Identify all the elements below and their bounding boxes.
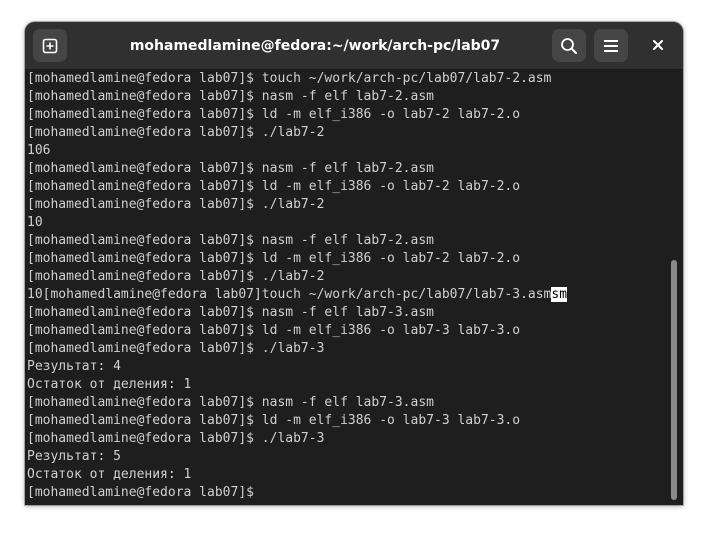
- terminal-line-text: 10[mohamedlamine@fedora lab07]touch ~/wo…: [27, 287, 552, 302]
- terminal-line: 106: [27, 143, 51, 158]
- terminal-line: Результат: 5: [27, 449, 121, 464]
- terminal-line: Результат: 4: [27, 359, 121, 374]
- terminal-line: [mohamedlamine@fedora lab07]$ nasm -f el…: [27, 305, 434, 320]
- terminal-line: [mohamedlamine@fedora lab07]$ ./lab7-3: [27, 341, 325, 356]
- new-tab-button[interactable]: [33, 29, 67, 62]
- terminal-line: [mohamedlamine@fedora lab07]$ ./lab7-3: [27, 431, 325, 446]
- new-tab-icon: [42, 38, 58, 54]
- terminal-line: Остаток от деления: 1: [27, 467, 192, 482]
- scrollbar[interactable]: [671, 260, 677, 500]
- terminal-line: [mohamedlamine@fedora lab07]$ ./lab7-2: [27, 125, 325, 140]
- close-icon: [653, 37, 663, 55]
- terminal-line: [mohamedlamine@fedora lab07]$ nasm -f el…: [27, 161, 434, 176]
- close-button[interactable]: [647, 35, 669, 57]
- terminal-line: [mohamedlamine@fedora lab07]$ ld -m elf_…: [27, 251, 521, 266]
- terminal-line: [mohamedlamine@fedora lab07]$ ld -m elf_…: [27, 413, 521, 428]
- title-bar: mohamedlamine@fedora:~/work/arch-pc/lab0…: [25, 22, 683, 70]
- terminal-window: mohamedlamine@fedora:~/work/arch-pc/lab0…: [25, 22, 683, 505]
- terminal-line: [mohamedlamine@fedora lab07]$ nasm -f el…: [27, 89, 434, 104]
- terminal-line: [mohamedlamine@fedora lab07]$ ./lab7-2: [27, 269, 325, 284]
- terminal-prompt-line: [mohamedlamine@fedora lab07]$: [27, 485, 262, 500]
- search-button[interactable]: [552, 29, 586, 62]
- terminal-line: [mohamedlamine@fedora lab07]$ ld -m elf_…: [27, 107, 521, 122]
- terminal-line: [mohamedlamine@fedora lab07]$ ld -m elf_…: [27, 323, 521, 338]
- terminal-line: Остаток от деления: 1: [27, 377, 192, 392]
- terminal-cursor: sm: [551, 287, 568, 302]
- terminal-line: [mohamedlamine@fedora lab07]$ touch ~/wo…: [27, 71, 552, 86]
- terminal-line: [mohamedlamine@fedora lab07]$ ld -m elf_…: [27, 179, 521, 194]
- search-icon: [560, 37, 578, 55]
- hamburger-menu-icon: [603, 39, 619, 53]
- terminal-line: [mohamedlamine@fedora lab07]$ nasm -f el…: [27, 233, 434, 248]
- menu-button[interactable]: [594, 29, 628, 62]
- terminal-line: 10: [27, 215, 43, 230]
- terminal-line: [mohamedlamine@fedora lab07]$ ./lab7-2: [27, 197, 325, 212]
- terminal-line-with-cursor: 10[mohamedlamine@fedora lab07]touch ~/wo…: [27, 286, 667, 304]
- window-title: mohamedlamine@fedora:~/work/arch-pc/lab0…: [129, 38, 501, 54]
- terminal-output[interactable]: [mohamedlamine@fedora lab07]$ touch ~/wo…: [27, 70, 667, 505]
- terminal-line: [mohamedlamine@fedora lab07]$ nasm -f el…: [27, 395, 434, 410]
